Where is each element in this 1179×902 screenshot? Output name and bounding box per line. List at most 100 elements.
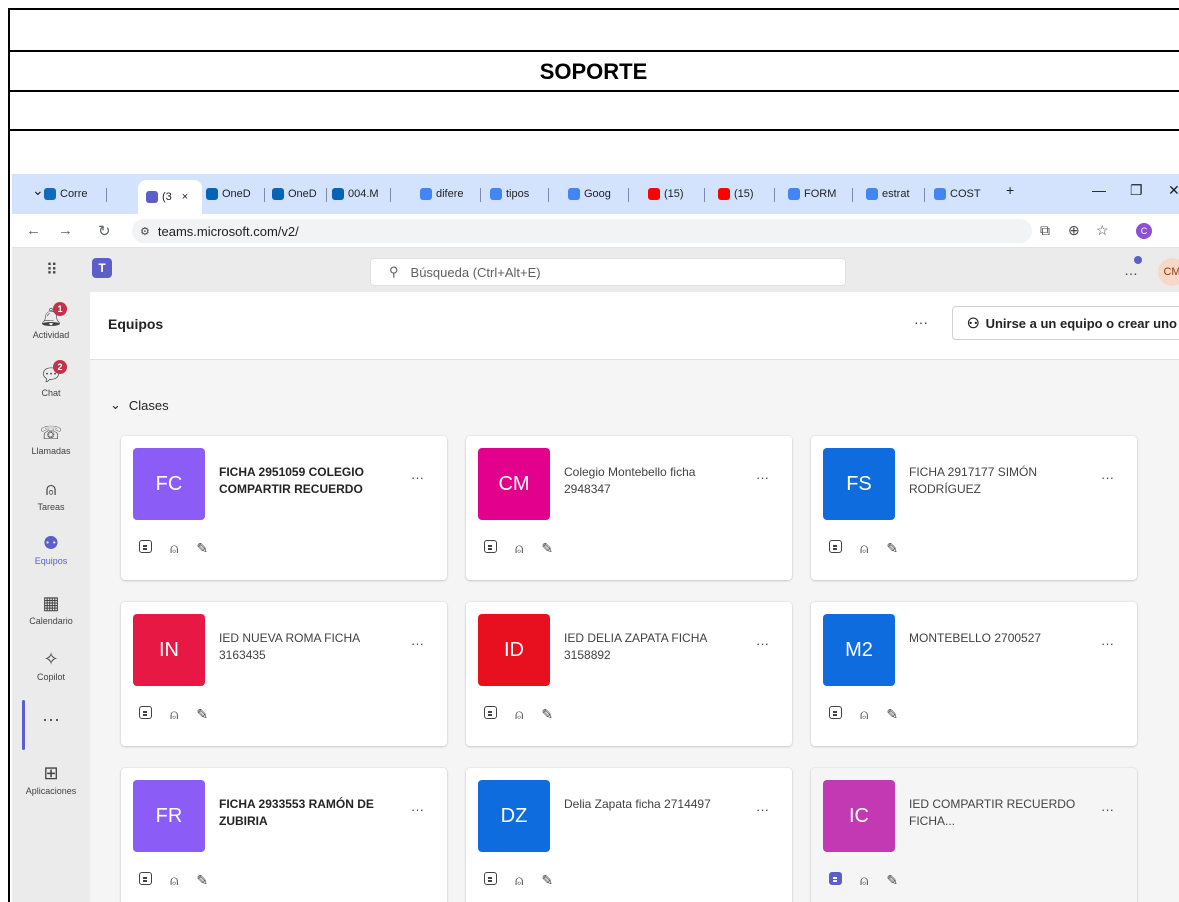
rail-item-actividad[interactable]: 🔔︎ 1 Actividad: [12, 302, 90, 340]
posts-icon[interactable]: [139, 706, 152, 719]
posts-icon[interactable]: [484, 540, 497, 553]
new-tab-button[interactable]: +: [1006, 182, 1014, 198]
browser-tab[interactable]: OneD: [206, 180, 262, 208]
app-launcher-icon[interactable]: ⠿: [46, 260, 58, 280]
team-card[interactable]: FS FICHA 2917177 SIMÓN RODRÍGUEZ ··· ⍝ ✎: [811, 436, 1137, 580]
browser-tab[interactable]: estrat: [866, 180, 922, 208]
minimize-icon[interactable]: —: [1092, 182, 1106, 198]
more-options-icon[interactable]: ···: [756, 802, 769, 817]
browser-profile-avatar[interactable]: C: [1136, 223, 1152, 239]
backpack-icon[interactable]: ⍝: [860, 872, 868, 889]
more-options-icon[interactable]: ···: [1101, 802, 1114, 817]
backpack-icon[interactable]: ⍝: [170, 706, 178, 723]
posts-icon[interactable]: [139, 872, 152, 885]
browser-tab[interactable]: Corre: [44, 180, 104, 208]
table-row-divider: [8, 8, 1179, 10]
team-card[interactable]: FR FICHA 2933553 RAMÓN DE ZUBIRIA ··· ⍝ ✎: [121, 768, 447, 902]
tab-separator: [264, 188, 265, 202]
team-card[interactable]: FC FICHA 2951059 COLEGIO COMPARTIR RECUER…: [121, 436, 447, 580]
posts-icon[interactable]: [484, 706, 497, 719]
rail-item-more[interactable]: ···: [12, 708, 90, 732]
install-app-icon[interactable]: ⧉: [1040, 222, 1050, 239]
more-options-icon[interactable]: ···: [1101, 636, 1114, 651]
posts-icon[interactable]: [484, 872, 497, 885]
posts-icon[interactable]: [829, 706, 842, 719]
browser-tab[interactable]: difere: [420, 180, 478, 208]
more-options-icon[interactable]: ···: [914, 314, 928, 330]
backpack-icon[interactable]: ⍝: [515, 706, 523, 723]
join-or-create-team-button[interactable]: ⚇ Unirse a un equipo o crear uno: [952, 306, 1179, 340]
restore-icon[interactable]: ❐: [1130, 182, 1143, 199]
google-icon: [568, 188, 580, 200]
rail-item-chat[interactable]: 💬︎ 2 Chat: [12, 360, 90, 398]
close-icon[interactable]: ×: [182, 191, 188, 203]
assignments-icon[interactable]: ✎: [196, 540, 208, 557]
browser-tab[interactable]: COST: [934, 180, 990, 208]
backpack-icon[interactable]: ⍝: [515, 540, 523, 557]
user-avatar[interactable]: CM: [1158, 258, 1179, 286]
browser-tab[interactable]: tipos: [490, 180, 546, 208]
tab-search-icon[interactable]: ⌄: [32, 182, 44, 199]
assignments-icon[interactable]: ✎: [886, 540, 898, 557]
more-options-icon[interactable]: ···: [1101, 470, 1114, 485]
browser-tab[interactable]: Goog: [568, 180, 626, 208]
backpack-icon[interactable]: ⍝: [860, 706, 868, 723]
team-name: Delia Zapata ficha 2714497: [564, 797, 711, 811]
rail-item-tareas[interactable]: ⍝ Tareas: [12, 478, 90, 512]
backpack-icon[interactable]: ⍝: [170, 540, 178, 557]
more-icon: ···: [42, 709, 60, 729]
backpack-icon[interactable]: ⍝: [515, 872, 523, 889]
team-card[interactable]: IC IED COMPARTIR RECUERDO FICHA... ··· ⍝ ✎: [811, 768, 1137, 902]
close-window-icon[interactable]: ✕: [1168, 182, 1179, 199]
back-icon[interactable]: ←: [26, 222, 41, 239]
rail-item-aplicaciones[interactable]: ⊞ Aplicaciones: [12, 762, 90, 796]
browser-tab[interactable]: OneD: [272, 180, 324, 208]
assignments-icon[interactable]: ✎: [541, 540, 553, 557]
posts-icon[interactable]: [829, 872, 842, 885]
site-info-icon[interactable]: ⚙: [140, 225, 150, 238]
more-options-icon[interactable]: …: [1124, 262, 1138, 278]
status-dot-icon: [1134, 256, 1142, 264]
more-options-icon[interactable]: ···: [756, 470, 769, 485]
rail-item-calendario[interactable]: ▦ Calendario: [12, 592, 90, 626]
rail-item-copilot[interactable]: ✧ Copilot: [12, 648, 90, 682]
bookmark-star-icon[interactable]: ☆: [1096, 222, 1109, 239]
team-card[interactable]: IN IED NUEVA ROMA FICHA 3163435 ··· ⍝ ✎: [121, 602, 447, 746]
more-options-icon[interactable]: ···: [411, 470, 424, 485]
more-options-icon[interactable]: ···: [411, 802, 424, 817]
rail-item-equipos[interactable]: ⚉ Equipos: [12, 532, 90, 566]
team-card[interactable]: M2 MONTEBELLO 2700527 ··· ⍝ ✎: [811, 602, 1137, 746]
assignments-icon[interactable]: ✎: [541, 706, 553, 723]
url-field[interactable]: ⚙ teams.microsoft.com/v2/: [132, 219, 1032, 243]
browser-tab[interactable]: FORM: [788, 180, 850, 208]
browser-tab[interactable]: (3 ×: [138, 180, 202, 214]
forward-icon[interactable]: →: [58, 222, 73, 239]
more-options-icon[interactable]: ···: [411, 636, 424, 651]
tab-label: Goog: [584, 188, 611, 200]
team-card[interactable]: DZ Delia Zapata ficha 2714497 ··· ⍝ ✎: [466, 768, 792, 902]
more-options-icon[interactable]: ···: [756, 636, 769, 651]
team-card[interactable]: CM Colegio Montebello ficha 2948347 ··· ⍝ ✎: [466, 436, 792, 580]
backpack-icon[interactable]: ⍝: [860, 540, 868, 557]
browser-tab[interactable]: (15): [718, 180, 772, 208]
notification-badge: 1: [53, 302, 67, 316]
tab-label: COST: [950, 188, 981, 200]
assignments-icon[interactable]: ✎: [541, 872, 553, 889]
team-card[interactable]: ID IED DELIA ZAPATA FICHA 3158892 ··· ⍝ ✎: [466, 602, 792, 746]
assignments-icon[interactable]: ✎: [196, 706, 208, 723]
browser-tab[interactable]: 004.M: [332, 180, 388, 208]
assignments-icon[interactable]: ✎: [886, 706, 898, 723]
reload-icon[interactable]: ↻: [98, 222, 111, 240]
assignments-icon[interactable]: ✎: [196, 872, 208, 889]
posts-icon[interactable]: [139, 540, 152, 553]
tab-label: OneD: [288, 188, 317, 200]
search-input[interactable]: ⚲ Búsqueda (Ctrl+Alt+E): [370, 258, 846, 286]
posts-icon[interactable]: [829, 540, 842, 553]
rail-item-label: Calendario: [29, 616, 73, 626]
assignments-icon[interactable]: ✎: [886, 872, 898, 889]
section-header-clases[interactable]: ⌄ Clases: [110, 397, 169, 413]
zoom-icon[interactable]: ⊕: [1068, 222, 1080, 239]
browser-tab[interactable]: (15): [648, 180, 702, 208]
rail-item-llamadas[interactable]: ☏ Llamadas: [12, 422, 90, 456]
backpack-icon[interactable]: ⍝: [170, 872, 178, 889]
